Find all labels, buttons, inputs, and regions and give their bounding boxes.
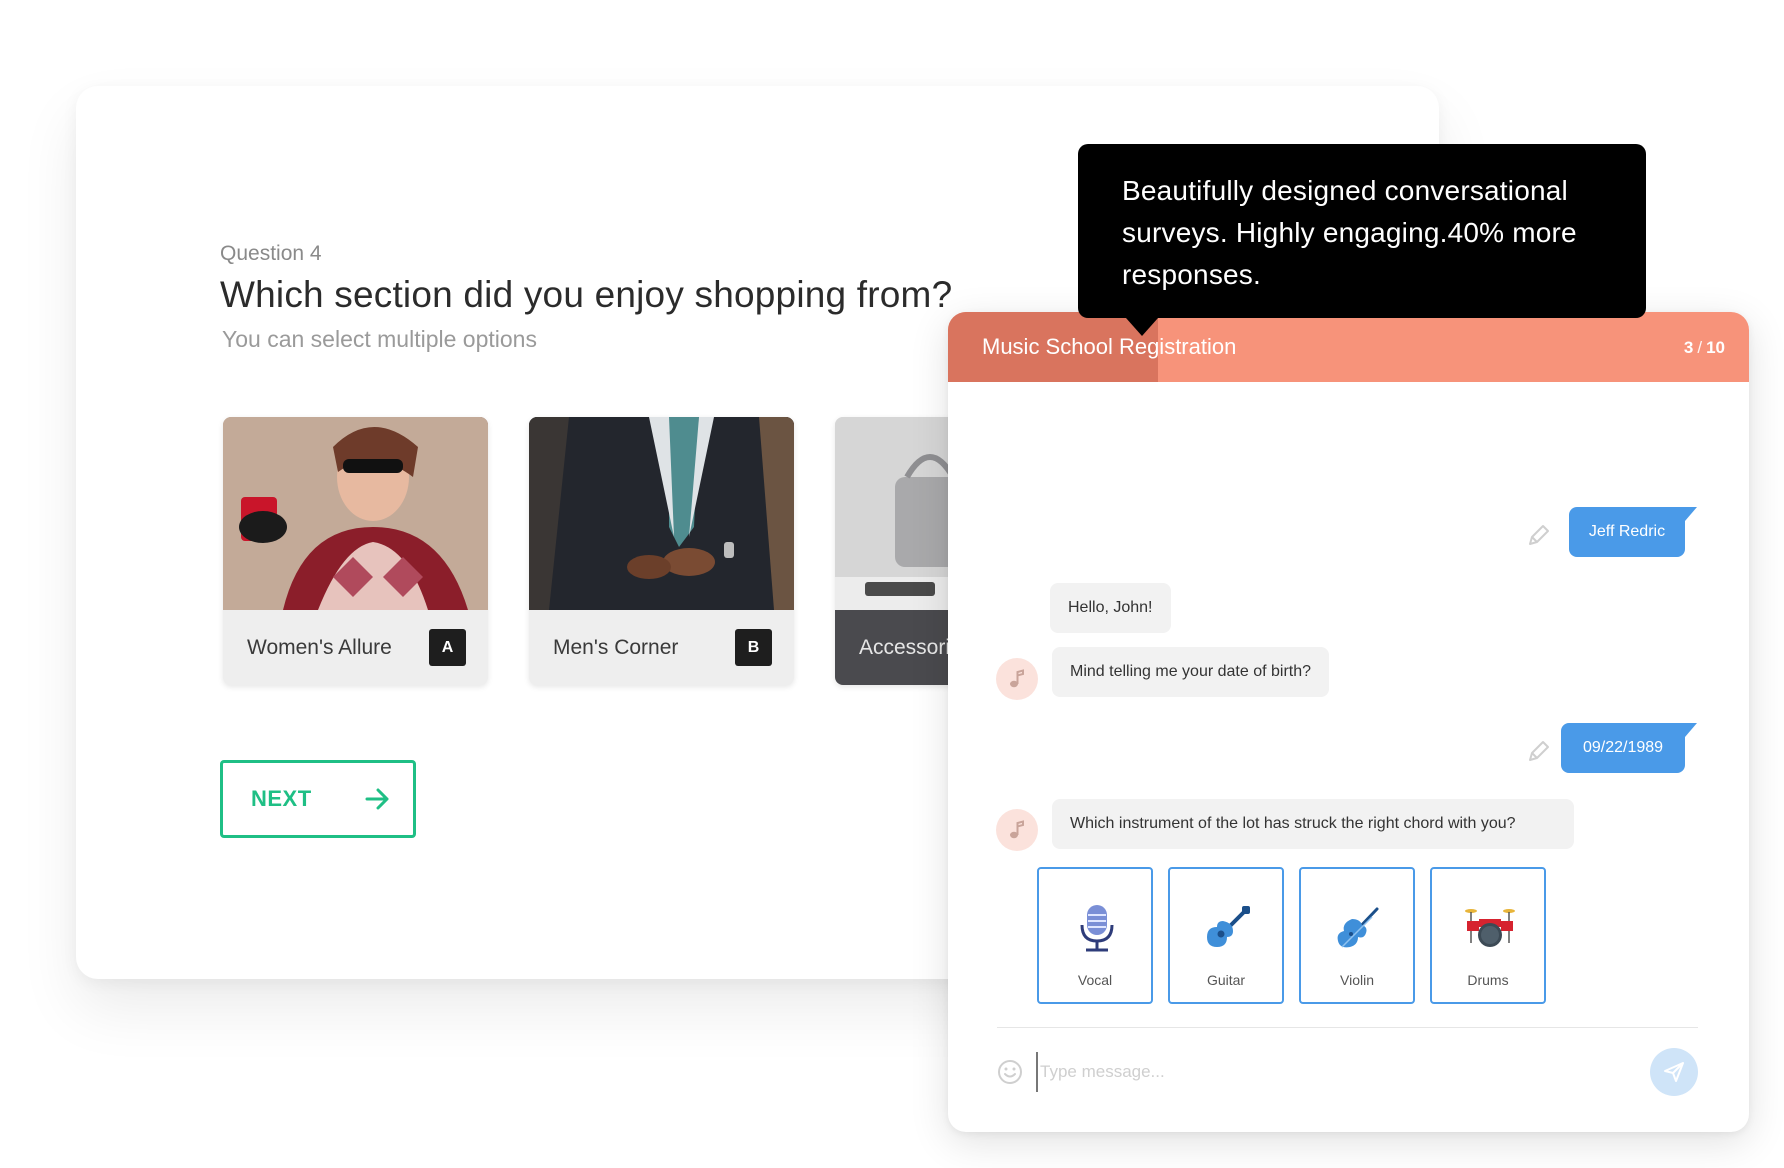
bot-bubble-instrument-question: Which instrument of the lot has struck t… (1052, 799, 1574, 849)
mens-corner-photo (529, 417, 794, 610)
question-number: Question 4 (220, 242, 322, 265)
user-bubble-dob: 09/22/1989 (1561, 723, 1697, 773)
send-button[interactable] (1650, 1048, 1698, 1096)
question-subtitle: You can select multiple options (222, 326, 537, 352)
option-label: Men's Corner (553, 635, 679, 659)
input-divider (997, 1027, 1698, 1028)
music-note-icon (1010, 669, 1024, 688)
chat-card: Music School Registration 3/10 Jeff Redr… (948, 312, 1749, 1132)
pencil-icon[interactable] (1526, 522, 1552, 548)
bot-bubble-greeting: Hello, John! (1050, 583, 1171, 633)
paper-plane-icon (1664, 1062, 1684, 1082)
progress-current: 3 (1683, 338, 1694, 357)
option-key-badge: A (429, 629, 466, 666)
drums-icon (1465, 909, 1515, 947)
question-title: Which section did you enjoy shopping fro… (220, 274, 953, 315)
pencil-icon[interactable] (1526, 738, 1552, 764)
womens-allure-image (223, 417, 488, 610)
feature-tooltip: Beautifully designed conversational surv… (1078, 144, 1646, 336)
emoji-icon[interactable] (996, 1058, 1024, 1086)
choice-violin[interactable]: Violin (1299, 867, 1415, 1004)
progress-counter: 3/10 (1684, 338, 1725, 358)
mens-corner-image (529, 417, 794, 610)
next-button-label: NEXT (251, 786, 312, 811)
bot-avatar (996, 809, 1038, 851)
option-womens-allure[interactable]: Women's Allure A (223, 417, 488, 685)
choice-label: Guitar (1206, 972, 1246, 988)
choice-label: Vocal (1077, 972, 1113, 988)
choice-label: Violin (1340, 972, 1374, 988)
bot-avatar (996, 658, 1038, 700)
womens-allure-label-bar: Women's Allure A (223, 610, 488, 685)
message-input[interactable] (1036, 1052, 1636, 1092)
user-bubble-name: Jeff Redric (1569, 507, 1697, 557)
progress-total: 10 (1706, 338, 1725, 357)
violin-icon (1337, 907, 1379, 948)
chat-title: Music School Registration (982, 334, 1237, 359)
womens-allure-photo (223, 417, 488, 610)
option-mens-corner[interactable]: Men's Corner B (529, 417, 794, 685)
option-key-badge: B (735, 629, 772, 666)
music-note-icon (1010, 820, 1024, 839)
microphone-icon (1080, 905, 1114, 952)
choice-guitar[interactable]: Guitar (1168, 867, 1284, 1004)
guitar-icon (1207, 906, 1250, 947)
mens-corner-label-bar: Men's Corner B (529, 610, 794, 685)
progress-slash: / (1697, 338, 1703, 357)
arrow-right-icon (365, 788, 389, 810)
choice-drums[interactable]: Drums (1430, 867, 1546, 1004)
bot-bubble-dob-question: Mind telling me your date of birth? (1052, 647, 1330, 697)
choice-label: Drums (1467, 972, 1509, 988)
option-label: Women's Allure (247, 635, 392, 659)
option-label: Accessori (859, 635, 951, 659)
next-button[interactable]: NEXT (220, 760, 416, 838)
stage: Question 4 Which section did you enjoy s… (0, 0, 1784, 1168)
choice-vocal[interactable]: Vocal (1037, 867, 1153, 1004)
